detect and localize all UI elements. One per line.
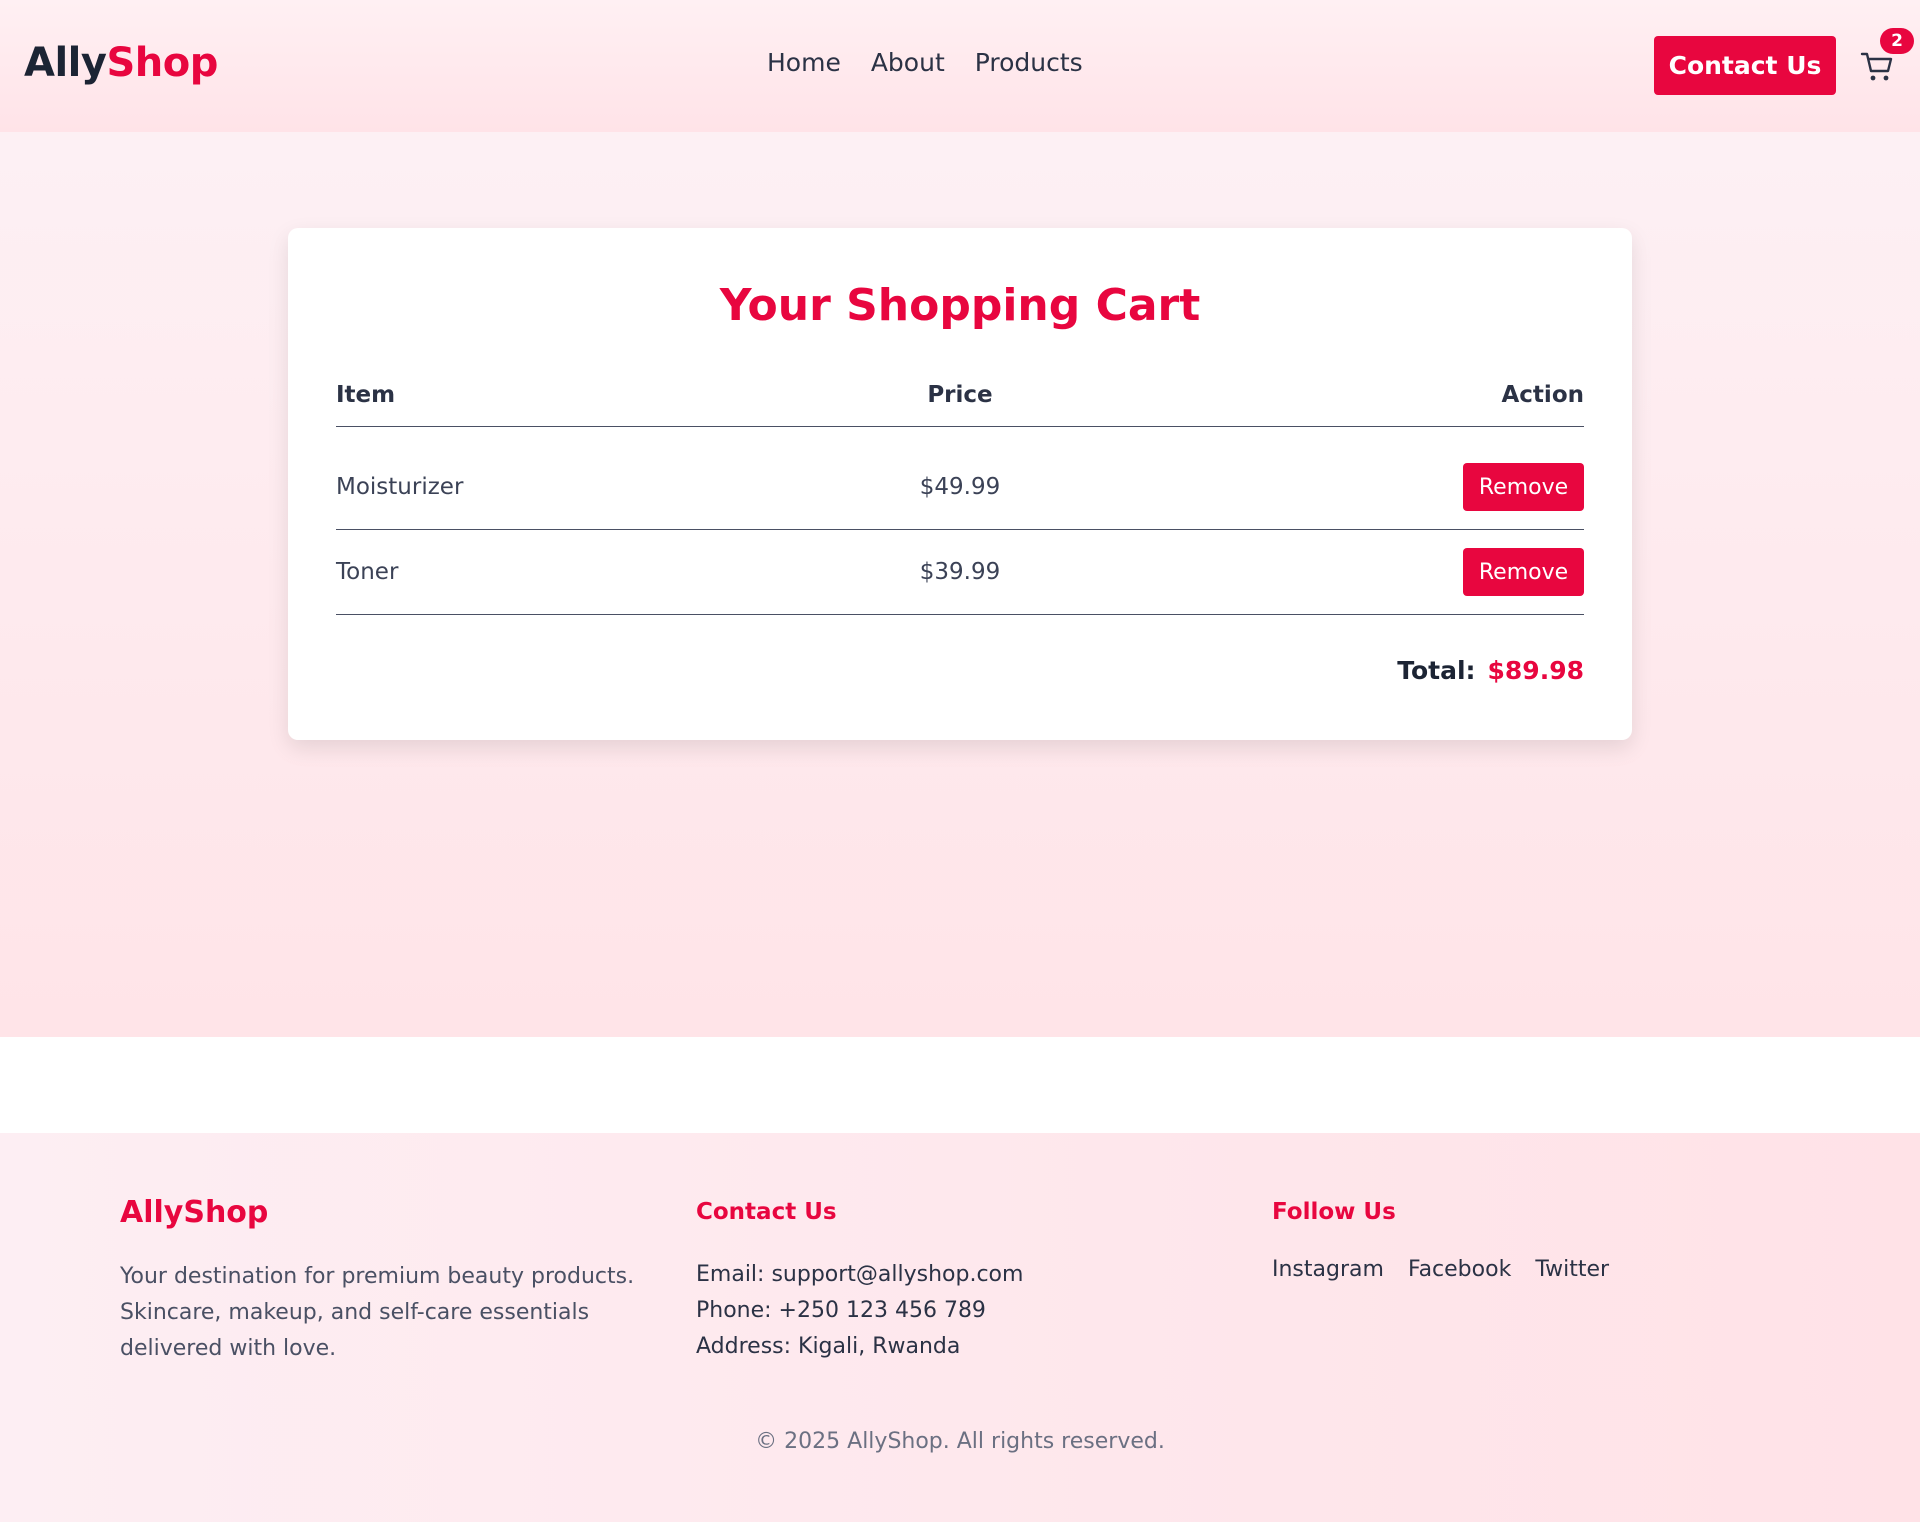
- footer-contact-info: Email: support@allyshop.com Phone: +250 …: [696, 1257, 1023, 1365]
- column-header-action: Action: [1501, 382, 1585, 408]
- social-link-instagram[interactable]: Instagram: [1272, 1257, 1384, 1282]
- footer-description: Your destination for premium beauty prod…: [120, 1264, 635, 1361]
- nav-products[interactable]: Products: [975, 48, 1083, 77]
- social-link-twitter[interactable]: Twitter: [1535, 1257, 1609, 1282]
- contact-us-button[interactable]: Contact Us: [1654, 36, 1836, 95]
- cart-total: Total: $89.98: [1397, 656, 1584, 685]
- cart-count-badge: 2: [1880, 28, 1914, 54]
- header-divider: [336, 426, 1584, 427]
- cart-card: Your Shopping Cart Item Price Action Moi…: [288, 228, 1632, 740]
- site-footer: AllyShop Your destination for premium be…: [0, 1133, 1920, 1522]
- remove-button[interactable]: Remove: [1463, 548, 1584, 596]
- footer-contact-heading: Contact Us: [696, 1199, 837, 1225]
- site-header: AllyShop Home About Products Contact Us …: [0, 0, 1920, 132]
- footer-social-links: Instagram Facebook Twitter: [1272, 1257, 1609, 1282]
- site-logo[interactable]: AllyShop: [24, 40, 218, 86]
- row-divider: [336, 529, 1584, 530]
- nav-home[interactable]: Home: [767, 48, 841, 77]
- footer-phone: Phone: +250 123 456 789: [696, 1298, 986, 1323]
- footer-follow-heading: Follow Us: [1272, 1199, 1396, 1225]
- copyright-text: © 2025 AllyShop. All rights reserved.: [755, 1429, 1165, 1454]
- footer-address: Address: Kigali, Rwanda: [696, 1334, 961, 1359]
- main-content: Your Shopping Cart Item Price Action Moi…: [0, 132, 1920, 1037]
- page-title: Your Shopping Cart: [719, 280, 1201, 331]
- remove-button[interactable]: Remove: [1463, 463, 1584, 511]
- total-value: $89.98: [1487, 656, 1584, 685]
- row-divider: [336, 614, 1584, 615]
- item-price: $39.99: [919, 559, 1001, 585]
- logo-text-shop: Shop: [106, 40, 218, 86]
- social-link-facebook[interactable]: Facebook: [1408, 1257, 1511, 1282]
- footer-brand: AllyShop: [120, 1195, 269, 1230]
- column-header-price: Price: [927, 382, 993, 408]
- total-label: Total:: [1397, 656, 1476, 685]
- nav-about[interactable]: About: [871, 48, 945, 77]
- main-nav: Home About Products: [767, 48, 1083, 77]
- logo-text-ally: Ally: [24, 40, 107, 86]
- footer-email: Email: support@allyshop.com: [696, 1262, 1024, 1287]
- item-price: $49.99: [919, 474, 1001, 500]
